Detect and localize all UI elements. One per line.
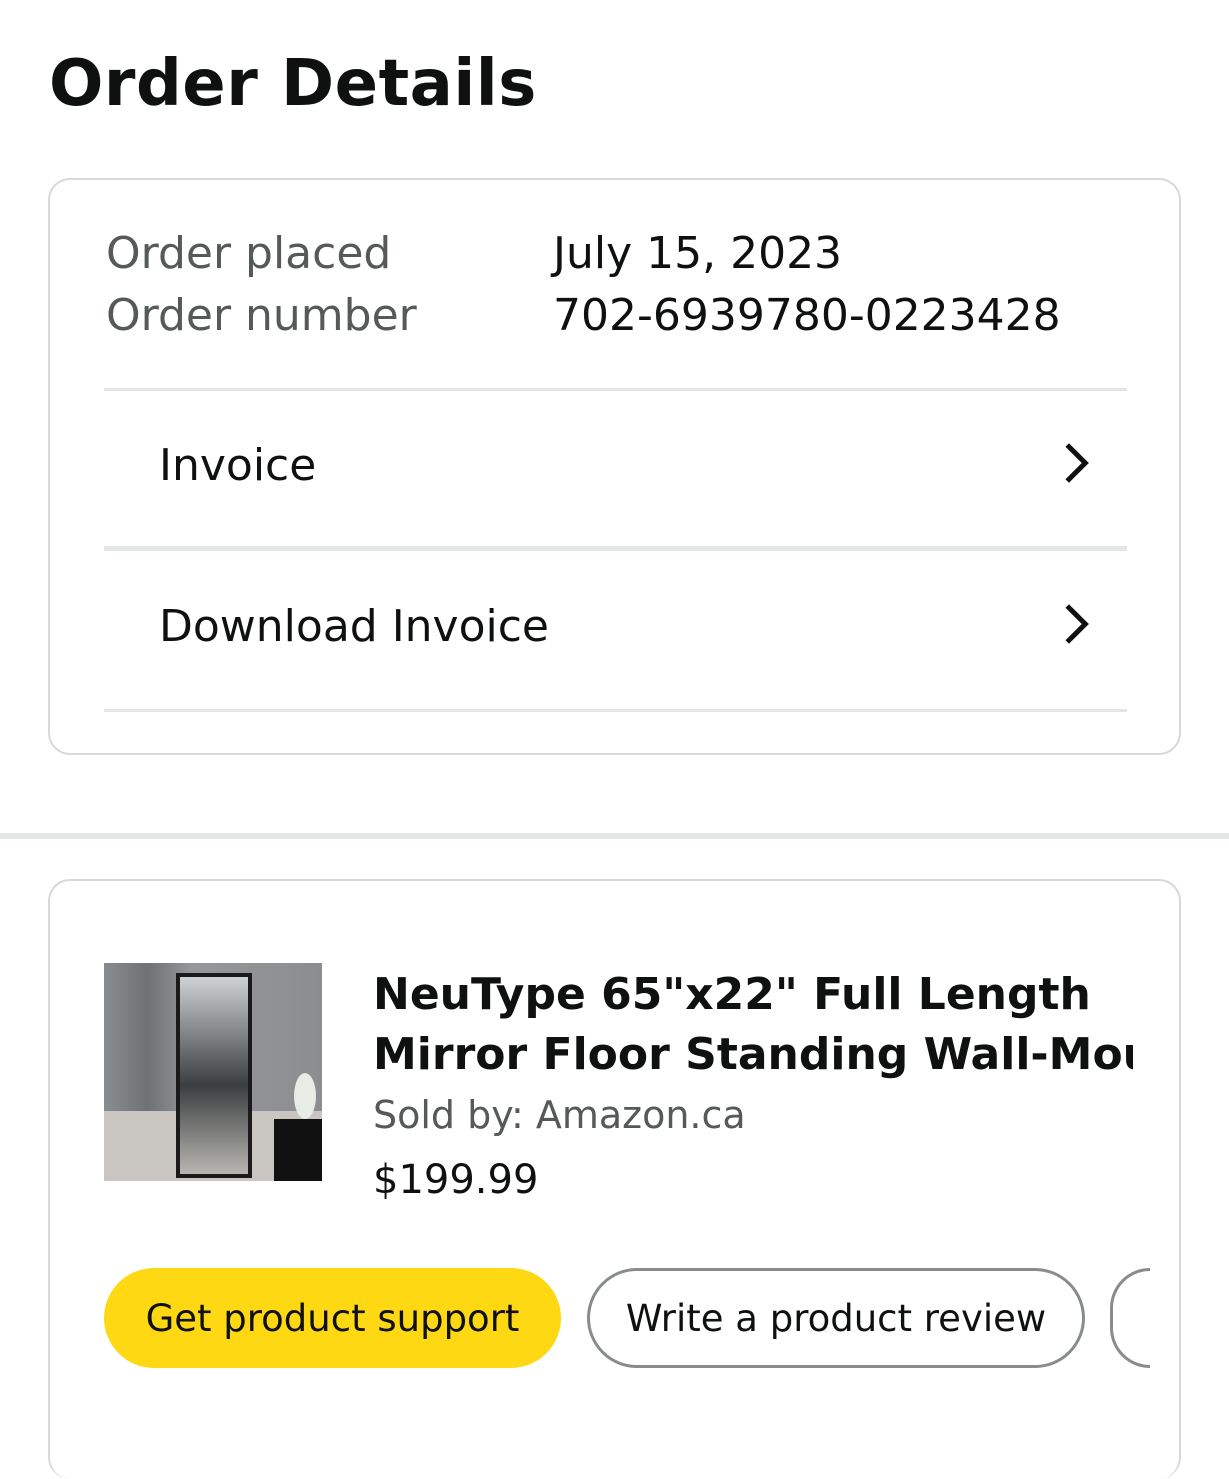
image-plant — [294, 1073, 316, 1119]
product-title-line2: Mirror Floor Standing Wall-Mou… — [373, 1029, 1133, 1080]
image-cabinet — [274, 1119, 322, 1181]
product-price: $199.99 — [373, 1157, 539, 1203]
order-number-label: Order number — [106, 290, 417, 341]
sold-by: Sold by: Amazon.ca — [373, 1093, 746, 1137]
product-image[interactable] — [104, 963, 322, 1181]
image-mirror — [176, 973, 252, 1178]
order-summary-card: Order placed July 15, 2023 Order number … — [48, 178, 1181, 755]
download-invoice-link-label: Download Invoice — [159, 600, 550, 652]
order-number-value: 702-6939780-0223428 — [553, 290, 1061, 341]
order-placed-value: July 15, 2023 — [553, 228, 843, 279]
chevron-right-icon — [1049, 443, 1089, 483]
page-title: Order Details — [49, 47, 537, 121]
product-card: NeuType 65"x22" Full Length Mirror Floor… — [48, 879, 1181, 1479]
download-invoice-link[interactable]: Download Invoice — [104, 551, 1127, 701]
get-product-support-button[interactable]: Get product support — [104, 1268, 561, 1368]
product-title[interactable]: NeuType 65"x22" Full Length Mirror Floor… — [373, 965, 1133, 1085]
order-placed-row: Order placed July 15, 2023 — [106, 226, 842, 282]
section-divider — [0, 833, 1229, 839]
invoice-link-label: Invoice — [159, 439, 317, 491]
chevron-right-icon — [1049, 604, 1089, 644]
order-placed-label: Order placed — [106, 228, 392, 279]
order-number-row: Order number 702-6939780-0223428 — [106, 288, 1061, 344]
write-product-review-button[interactable]: Write a product review — [587, 1268, 1085, 1368]
divider — [104, 709, 1127, 712]
invoice-link[interactable]: Invoice — [104, 390, 1127, 540]
product-title-line1: NeuType 65"x22" Full Length — [373, 969, 1091, 1020]
more-actions-button-partial[interactable] — [1110, 1268, 1150, 1368]
